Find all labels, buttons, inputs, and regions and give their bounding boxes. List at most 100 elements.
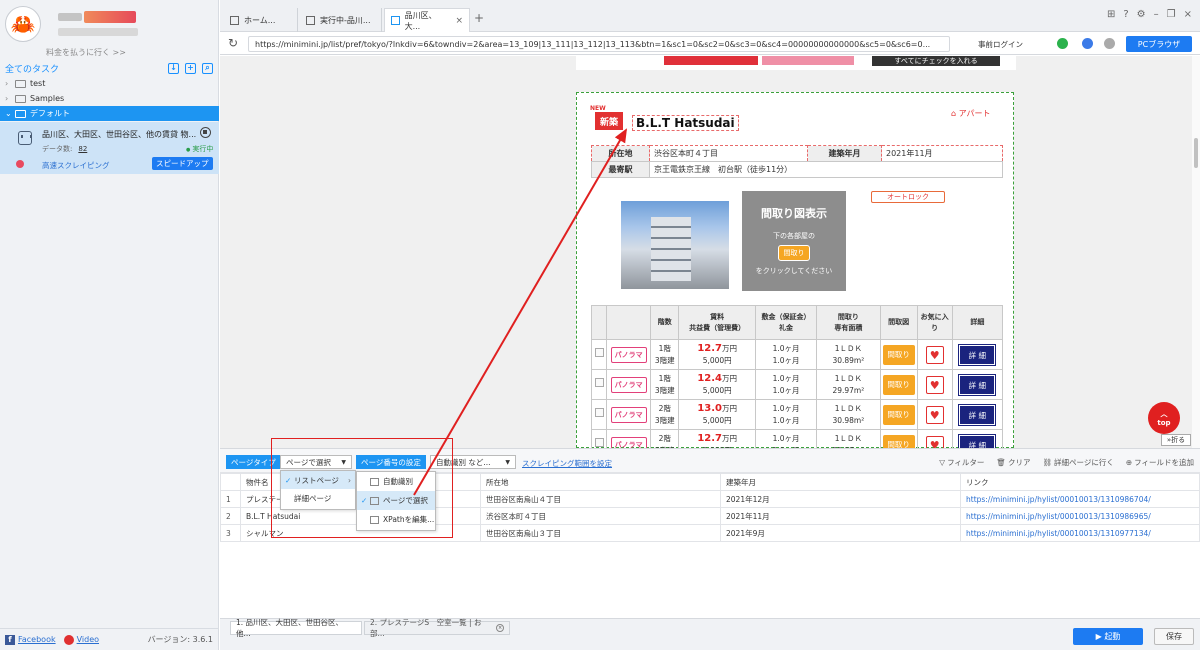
- building-photo[interactable]: [621, 201, 729, 289]
- settings-icon[interactable]: ⚙: [1137, 9, 1146, 20]
- cell-link[interactable]: https://minimini.jp/hylist/00010013/1310…: [960, 490, 1200, 508]
- strip-red-button[interactable]: [664, 56, 758, 65]
- heart-icon[interactable]: ♥: [925, 375, 944, 394]
- close-tab-icon[interactable]: ×: [496, 624, 504, 632]
- col-built[interactable]: 建築年月: [720, 473, 961, 491]
- panorama-button[interactable]: パノラマ: [610, 406, 647, 423]
- extension-icon[interactable]: [1104, 38, 1115, 49]
- reload-icon[interactable]: ↻: [228, 36, 238, 50]
- panorama-button[interactable]: パノラマ: [610, 436, 647, 448]
- all-tasks-label[interactable]: 全てのタスク: [5, 62, 59, 75]
- pay-link[interactable]: 料金を払うに行く >>: [46, 47, 126, 58]
- room-checkbox[interactable]: [594, 348, 604, 357]
- cell-address[interactable]: 世田谷区南烏山３丁目: [480, 524, 721, 542]
- detail-button[interactable]: 詳 細: [958, 433, 997, 448]
- gift-icon[interactable]: ⊞: [1107, 9, 1115, 20]
- apartment-type-link[interactable]: ⌂ アパート: [951, 108, 990, 119]
- add-field-button[interactable]: ⊕ フィールドを追加: [1126, 457, 1194, 468]
- video-link[interactable]: Video: [77, 635, 99, 644]
- property-name[interactable]: B.L.T Hatsudai: [632, 115, 739, 131]
- madori-button[interactable]: 間取り: [882, 404, 915, 425]
- tab-current[interactable]: 品川区、大... ×: [384, 8, 470, 32]
- facebook-link[interactable]: Facebook: [18, 635, 56, 644]
- col-address[interactable]: 所在地: [480, 473, 721, 491]
- help-icon[interactable]: ?: [1123, 9, 1128, 20]
- fold-button[interactable]: » 折る: [1161, 434, 1191, 446]
- cell-built[interactable]: 2021年12月: [720, 490, 961, 508]
- detail-button[interactable]: 詳 細: [958, 373, 997, 396]
- menu-item-edit-xpath[interactable]: XPathを編集...: [357, 510, 435, 529]
- run-button[interactable]: ▶ 起動: [1073, 628, 1143, 645]
- area: 30.98m²: [832, 415, 865, 425]
- madori-button[interactable]: 間取り: [882, 374, 915, 395]
- madori-button[interactable]: 間取り: [882, 344, 915, 365]
- add-task-icon[interactable]: +: [185, 62, 196, 74]
- built-value[interactable]: 2021年11月: [881, 145, 1003, 162]
- filter-button[interactable]: ▽ フィルター: [939, 457, 984, 468]
- room-checkbox[interactable]: [594, 408, 604, 417]
- detail-button[interactable]: 詳 細: [958, 403, 997, 426]
- menu-item-auto-detect[interactable]: 自動識別: [357, 472, 435, 491]
- scope-link[interactable]: スクレイピング範囲を設定: [522, 458, 612, 469]
- heart-icon[interactable]: ♥: [925, 345, 944, 364]
- new-tab-icon[interactable]: +: [474, 11, 484, 25]
- import-icon[interactable]: ↓: [168, 62, 179, 74]
- panorama-button[interactable]: パノラマ: [610, 376, 647, 393]
- cell-address[interactable]: 渋谷区本町４丁目: [480, 507, 721, 525]
- task-card[interactable]: 品川区、大田区、世田谷区、他の賃貸 物... データ数: 82 実行中 高速スクレ…: [0, 122, 219, 174]
- pagination-select[interactable]: 自動識別 など... ▼: [430, 455, 516, 469]
- web-scrollbar[interactable]: [1192, 56, 1200, 448]
- restore-icon[interactable]: ❐: [1167, 9, 1176, 20]
- cell-built[interactable]: 2021年9月: [720, 524, 961, 542]
- strip-pink-button[interactable]: [762, 56, 854, 65]
- cell-address[interactable]: 世田谷区南烏山４丁目: [480, 490, 721, 508]
- detail-button[interactable]: 詳 細: [958, 343, 997, 366]
- clear-button[interactable]: 🗑 クリア: [996, 457, 1030, 468]
- rent-unit: 万円: [722, 433, 738, 443]
- heart-icon[interactable]: ♥: [925, 405, 944, 424]
- speed-up-button[interactable]: スピードアップ: [152, 157, 213, 170]
- scroll-top-button[interactable]: ︿ top: [1148, 402, 1180, 434]
- cell-built[interactable]: 2021年11月: [720, 507, 961, 525]
- col-link[interactable]: リンク: [960, 473, 1200, 491]
- user-icon[interactable]: [1082, 38, 1093, 49]
- check-all-button[interactable]: すべてにチェックを入れる: [872, 56, 1000, 66]
- minimize-icon[interactable]: –: [1154, 9, 1159, 20]
- task-tab-1[interactable]: 1. 品川区、大田区、世田谷区、他...: [230, 618, 362, 638]
- tab-label: 実行中-品川...: [320, 15, 371, 25]
- scrollbar-thumb[interactable]: [1194, 138, 1198, 168]
- url-field[interactable]: https://minimini.jp/list/pref/tokyo/?lnk…: [248, 36, 950, 52]
- close-icon[interactable]: ×: [1184, 9, 1192, 20]
- heart-icon[interactable]: ♥: [925, 435, 944, 448]
- stop-icon[interactable]: [200, 127, 211, 138]
- task-count-value[interactable]: 82: [78, 145, 87, 153]
- deposit: 1.0ヶ月: [772, 433, 800, 443]
- room-checkbox[interactable]: [594, 378, 604, 387]
- page-type-select[interactable]: ページで選択 ▼: [280, 455, 352, 469]
- address-value[interactable]: 渋谷区本町４丁目: [649, 145, 808, 162]
- madori-button[interactable]: 間取り: [882, 434, 915, 448]
- search-task-icon[interactable]: ⌕: [202, 62, 213, 74]
- cell-link[interactable]: https://minimini.jp/hylist/00010013/1310…: [960, 507, 1200, 525]
- task-tab-2[interactable]: 2. プレステージS 空室一覧 | お部... ×: [364, 618, 510, 638]
- menu-item-detail-page[interactable]: 詳細ページ: [281, 489, 355, 507]
- dropdown-arrow-icon: ▼: [505, 458, 510, 466]
- room-checkbox[interactable]: [594, 438, 604, 447]
- save-button[interactable]: 保存: [1154, 628, 1194, 645]
- tab-running[interactable]: 実行中-品川...: [300, 8, 382, 32]
- menu-item-select-on-page[interactable]: ✓ ページで選択: [357, 491, 435, 510]
- tab-home[interactable]: ホーム...: [224, 8, 298, 32]
- floor-cell: 1階 3階建: [650, 369, 680, 400]
- goto-detail-button[interactable]: ⛓ 詳細ページに行く: [1042, 457, 1113, 468]
- avatar[interactable]: 🦀: [5, 6, 41, 42]
- tree-item-samples[interactable]: › Samples: [0, 91, 219, 106]
- menu-item-list-page[interactable]: ✓ リストページ ›: [281, 471, 355, 489]
- pre-login-link[interactable]: 事前ログイン: [978, 39, 1023, 50]
- panorama-button[interactable]: パノラマ: [610, 346, 647, 363]
- tree-item-test[interactable]: › test: [0, 76, 219, 91]
- cell-link[interactable]: https://minimini.jp/hylist/00010013/1310…: [960, 524, 1200, 542]
- pc-browser-button[interactable]: PCブラウザ: [1126, 36, 1192, 52]
- close-tab-icon[interactable]: ×: [449, 16, 463, 26]
- floorplan-button[interactable]: 間取り: [778, 245, 810, 261]
- tree-item-default[interactable]: ⌄ デフォルト: [0, 106, 219, 121]
